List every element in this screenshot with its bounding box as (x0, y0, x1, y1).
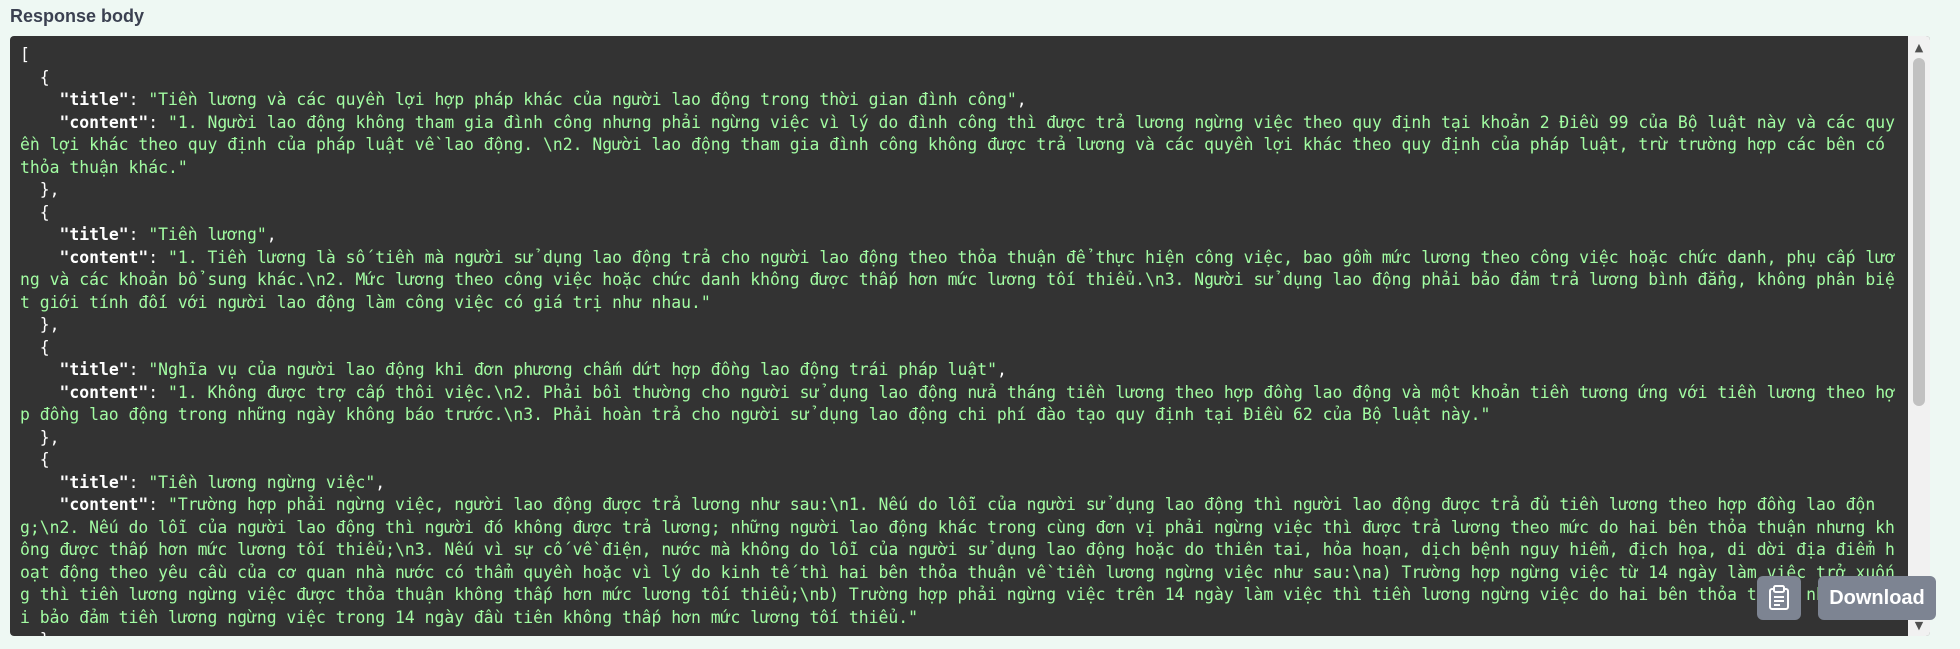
chevron-up-icon[interactable]: ▲ (1908, 38, 1930, 56)
json-key: "title" (59, 472, 129, 492)
json-key: "title" (59, 225, 129, 244)
json-key: "title" (59, 90, 129, 109)
json-key: "content" (59, 247, 149, 267)
vertical-scrollbar[interactable]: ▲ ▼ (1908, 36, 1930, 636)
response-json-code[interactable]: [ { "title": "Tiền lương và các quyền lợ… (20, 44, 1902, 636)
scrollbar-thumb[interactable] (1913, 58, 1925, 406)
json-title-value: "Tiền lương và các quyền lợi hợp pháp kh… (148, 90, 1017, 109)
json-title-value: "Tiền lương ngừng việc" (148, 472, 376, 492)
response-body-panel[interactable]: [ { "title": "Tiền lương và các quyền lợ… (10, 36, 1930, 636)
json-title-value: "Tiền lương" (148, 225, 267, 244)
json-key: "content" (59, 495, 149, 514)
json-content-value: "1. Tiền lương là số tiền mà người sử dụ… (20, 247, 1895, 312)
json-key: "content" (59, 382, 149, 402)
json-content-value: "1. Người lao động không tham gia đình c… (20, 112, 1895, 177)
json-content-value: "Trường hợp phải ngừng việc, người lao đ… (20, 495, 1895, 627)
json-key: "title" (59, 360, 129, 379)
copy-to-clipboard-button[interactable] (1757, 576, 1801, 620)
json-key: "content" (59, 112, 149, 132)
clipboard-icon (1769, 585, 1789, 610)
download-button[interactable]: Download (1818, 576, 1936, 620)
json-content-value: "1. Không được trợ cấp thôi việc.\n2. Ph… (20, 382, 1895, 425)
response-body-label: Response body (10, 6, 145, 26)
json-title-value: "Nghĩa vụ của người lao động khi đơn phư… (148, 360, 997, 379)
